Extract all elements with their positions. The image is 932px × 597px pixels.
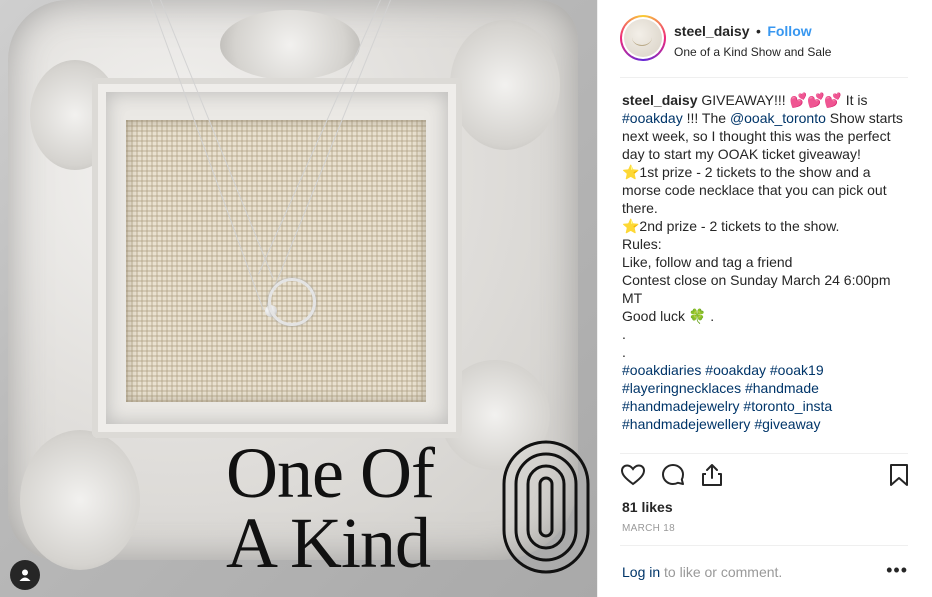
action-bar [620, 462, 915, 490]
hashtag-link[interactable]: #toronto_insta [743, 398, 832, 414]
ooak-logo-icon [502, 440, 590, 574]
caption-text: GIVEAWAY!!! 💕💕💕 It is [697, 92, 868, 108]
hashtag-link[interactable]: #handmadejewelry [622, 398, 740, 414]
overlay-text: One Of A Kind [226, 433, 435, 583]
frame-ornament [20, 430, 140, 570]
share-icon[interactable] [699, 462, 725, 488]
post-side-panel: steel_daisy • Follow One of a Kind Show … [597, 0, 932, 597]
avatar-image [624, 19, 662, 57]
overlay-line-2: A Kind [226, 503, 431, 583]
person-icon [19, 569, 31, 581]
post-header: steel_daisy • Follow One of a Kind Show … [598, 0, 932, 78]
location-link[interactable]: One of a Kind Show and Sale [674, 45, 831, 59]
comment-divider [620, 545, 908, 546]
caption-dot: . [622, 326, 626, 342]
post-image[interactable]: One Of A Kind [0, 0, 597, 597]
burlap-board [126, 120, 426, 402]
user-tags-button[interactable] [10, 560, 40, 590]
overlay-line-1: One Of [226, 433, 435, 513]
caption-prize-1: ⭐1st prize - 2 tickets to the show and a… [622, 164, 887, 216]
hashtag-link[interactable]: #layeringnecklaces [622, 380, 741, 396]
comment-icon[interactable] [660, 462, 686, 488]
heart-icon[interactable] [620, 462, 646, 488]
username-link[interactable]: steel_daisy [674, 23, 750, 39]
hashtag-link[interactable]: #ooakday [622, 110, 683, 126]
caption: steel_daisy GIVEAWAY!!! 💕💕💕 It is #ooakd… [622, 91, 912, 433]
avatar[interactable] [620, 15, 666, 61]
comment-prompt: Log in to like or comment. [622, 564, 782, 580]
mention-link[interactable]: @ooak_toronto [730, 110, 826, 126]
caption-rules-title: Rules: [622, 236, 662, 252]
likes-count[interactable]: 81 likes [622, 499, 673, 515]
hashtag-link[interactable]: #ooakdiaries [622, 362, 701, 378]
caption-dot: . [622, 344, 626, 360]
header-divider [620, 77, 908, 78]
caption-username[interactable]: steel_daisy [622, 92, 698, 108]
frame-ornament [220, 10, 360, 80]
necklace-ring [268, 278, 316, 326]
separator-dot: • [755, 23, 761, 39]
caption-rules-1: Like, follow and tag a friend [622, 254, 793, 270]
hashtag-link[interactable]: #giveaway [754, 416, 820, 432]
login-link[interactable]: Log in [622, 564, 660, 580]
caption-prize-2: ⭐2nd prize - 2 tickets to the show. [622, 218, 840, 234]
caption-text: !!! The [682, 110, 730, 126]
hashtag-link[interactable]: #ooakday [705, 362, 766, 378]
bookmark-icon[interactable] [886, 462, 912, 488]
hashtag-link[interactable]: #handmade [745, 380, 819, 396]
caption-rules-2: Contest close on Sunday March 24 6:00pm … [622, 272, 891, 306]
follow-button[interactable]: Follow [767, 23, 811, 39]
caption-good-luck: Good luck 🍀 . [622, 308, 715, 324]
more-options-button[interactable]: ••• [886, 560, 908, 581]
comment-prompt-text: to like or comment. [660, 564, 783, 580]
hashtag-link[interactable]: #ooak19 [770, 362, 824, 378]
hashtag-link[interactable]: #handmadejewellery [622, 416, 750, 432]
post-date[interactable]: MARCH 18 [622, 523, 675, 534]
actions-divider [620, 453, 908, 454]
frame-ornament [450, 20, 560, 150]
